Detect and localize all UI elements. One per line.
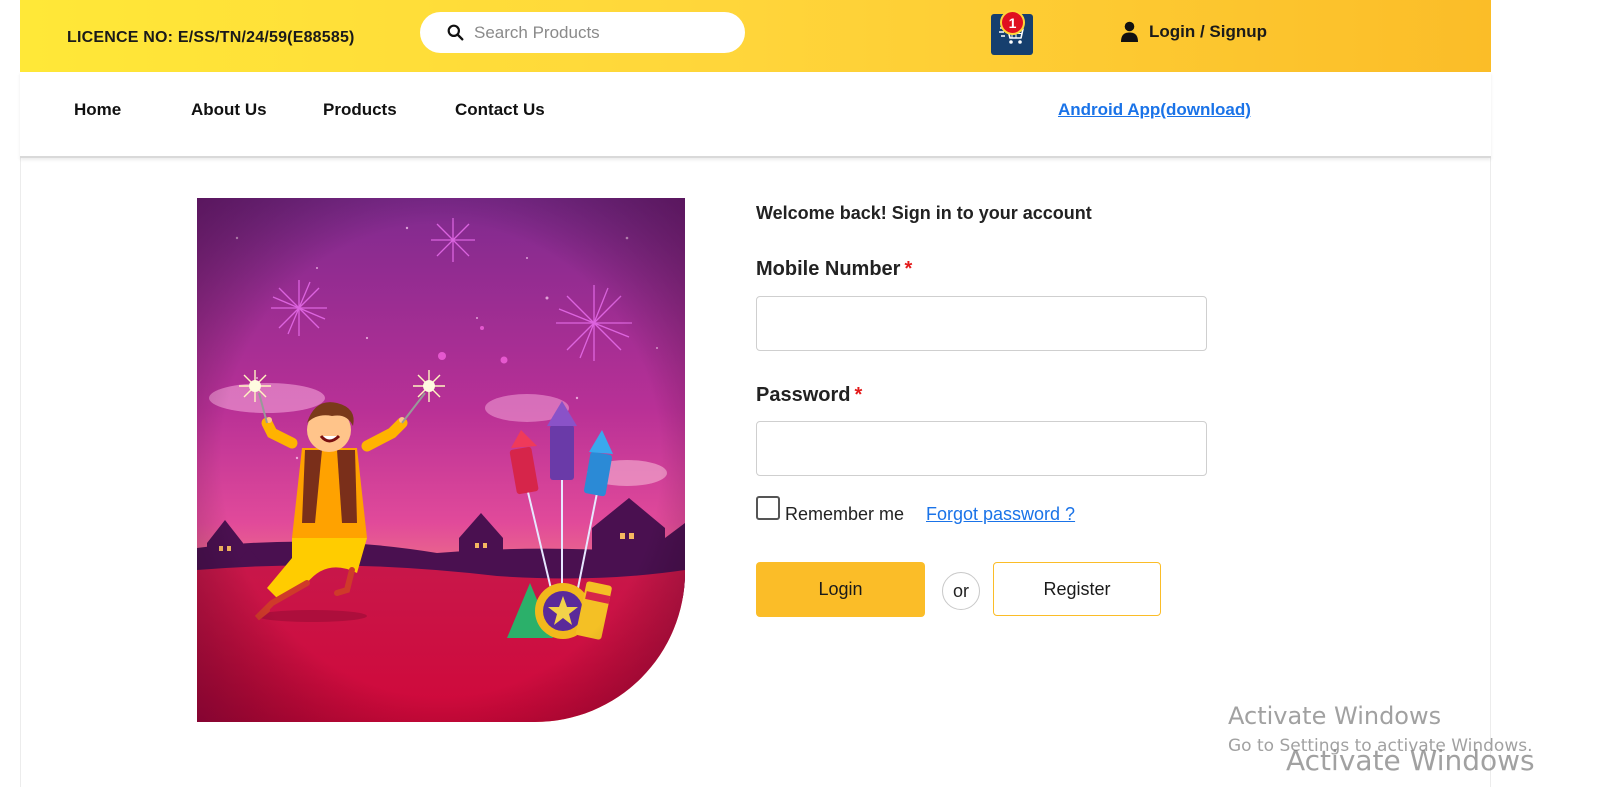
login-button[interactable]: Login	[756, 562, 925, 617]
search-icon	[447, 24, 464, 41]
activate-windows-watermark: Activate Windows Go to Settings to activ…	[1228, 702, 1535, 777]
password-label-text: Password	[756, 384, 851, 406]
or-divider: or	[942, 572, 980, 610]
cart-count-badge: 1	[1000, 10, 1025, 35]
mobile-number-label: Mobile Number *	[756, 258, 1156, 281]
watermark-title-overlap: Activate Windows	[1286, 744, 1535, 777]
remember-me-label: Remember me	[785, 504, 905, 524]
main-navigation: Home About Us Products Contact Us Androi…	[20, 72, 1491, 158]
password-input[interactable]	[756, 421, 1207, 476]
required-asterisk: *	[904, 258, 913, 280]
search-input[interactable]	[474, 20, 724, 45]
password-label: Password *	[756, 384, 1156, 407]
search-bar[interactable]	[420, 12, 745, 53]
nav-about-us[interactable]: About Us	[191, 100, 267, 120]
required-asterisk: *	[854, 384, 863, 406]
login-signup-label: Login / Signup	[1149, 21, 1268, 41]
nav-home[interactable]: Home	[74, 100, 121, 120]
mobile-number-input[interactable]	[756, 296, 1207, 351]
watermark-title: Activate Windows	[1228, 702, 1442, 730]
nav-products[interactable]: Products	[323, 100, 397, 120]
licence-number: LICENCE NO: E/SS/TN/24/59(E88585)	[67, 29, 355, 46]
forgot-password-link[interactable]: Forgot password ?	[926, 504, 1075, 525]
top-header: LICENCE NO: E/SS/TN/24/59(E88585)	[20, 0, 1491, 72]
login-signup-link[interactable]: Login / Signup	[1120, 21, 1267, 42]
welcome-message: Welcome back! Sign in to your account	[756, 203, 1092, 223]
remember-me-checkbox[interactable]	[756, 496, 780, 520]
android-app-download-link[interactable]: Android App(download)	[1058, 100, 1251, 120]
remember-me-row: Remember me	[756, 496, 904, 524]
user-icon	[1121, 21, 1138, 42]
diwali-hero-image	[197, 198, 685, 722]
nav-contact-us[interactable]: Contact Us	[455, 100, 545, 120]
register-button[interactable]: Register	[993, 562, 1161, 616]
mobile-number-label-text: Mobile Number	[756, 258, 901, 280]
